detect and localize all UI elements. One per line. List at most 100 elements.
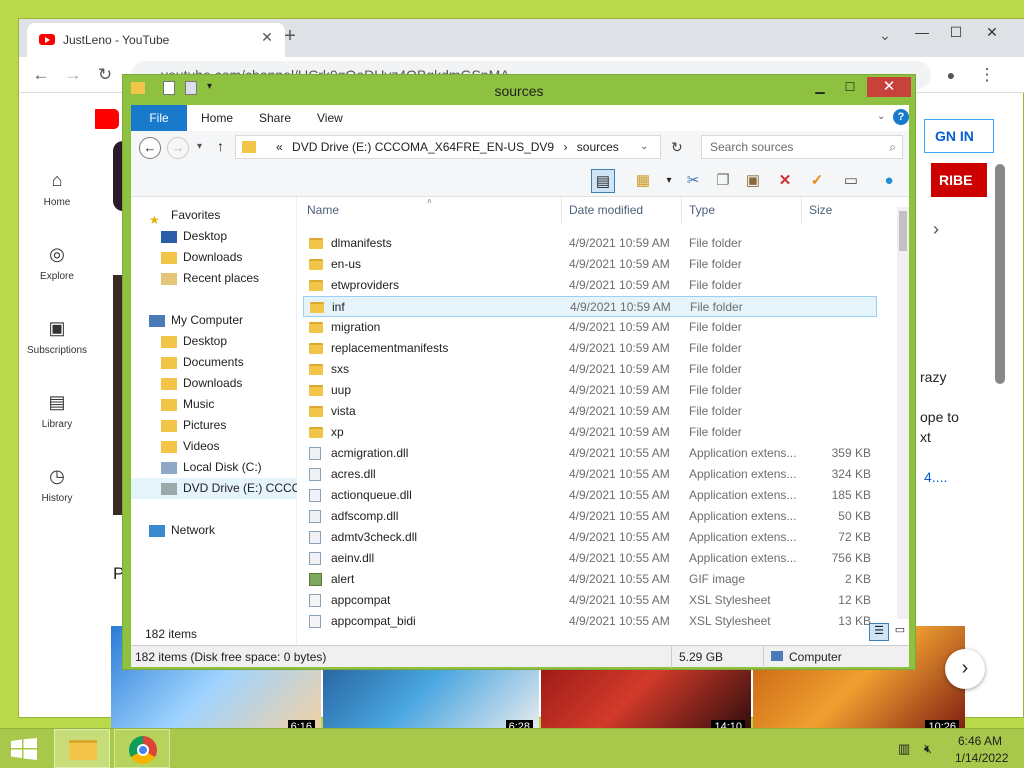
nav-item-recent-places[interactable]: Recent places [131,268,297,289]
address-input[interactable]: « DVD Drive (E:) CCCOMA_X64FRE_EN-US_DV9… [235,135,661,159]
breadcrumb-folder[interactable]: sources [577,140,619,154]
views-dropdown-icon[interactable]: ▾ [657,169,681,193]
file-row[interactable]: vista 4/9/2021 10:59 AM File folder [303,401,877,422]
cut-icon[interactable]: ✂ [681,169,705,193]
nav-item-dvd-drive[interactable]: DVD Drive (E:) CCCC [131,478,297,499]
column-divider[interactable] [561,197,562,223]
file-row[interactable]: inf 4/9/2021 10:59 AM File folder [303,296,877,317]
volume-muted-icon[interactable]: 🔇︎ [924,741,932,757]
nav-my-computer[interactable]: My Computer [131,310,297,331]
ribbon-expand-icon[interactable]: ⌄ [877,111,885,122]
column-header-name[interactable]: Name [307,203,339,217]
details-view-icon[interactable]: ☰ [869,623,889,641]
chrome-minimize-button[interactable]: — [907,21,937,43]
start-windows-icon[interactable] [10,738,38,760]
breadcrumb-drive[interactable]: DVD Drive (E:) CCCOMA_X64FRE_EN-US_DV9 [292,140,554,154]
carousel-next-icon[interactable]: › [945,649,985,689]
explorer-titlebar[interactable]: ▾ sources ▁ ☐ ✕ [123,75,915,105]
network-tray-icon[interactable]: ▥ [898,741,910,757]
clock-date[interactable]: 1/14/2022 [955,751,1008,765]
sidebar-item-subscriptions[interactable]: ▣ Subscriptions [19,317,95,356]
forward-arrow-icon[interactable]: → [167,137,189,159]
refresh-icon[interactable]: ↻ [671,139,683,156]
back-arrow-icon[interactable]: ← [139,137,161,159]
sidebar-item-history[interactable]: ◷ History [19,465,95,504]
file-row[interactable]: aeinv.dll 4/9/2021 10:55 AM Application ex… [303,548,877,569]
back-arrow-icon[interactable]: ← [29,63,53,87]
file-row[interactable]: adfscomp.dll 4/9/2021 10:55 AM Application… [303,506,877,527]
file-row[interactable]: acmigration.dll 4/9/2021 10:55 AM Applicat… [303,443,877,464]
nav-item-desktop[interactable]: Desktop [131,331,297,352]
tab-close-icon[interactable]: ✕ [257,29,277,46]
taskbar-explorer-button[interactable] [54,729,110,768]
column-header-type[interactable]: Type [689,203,715,217]
tab-file[interactable]: File [131,105,187,131]
video-desc-link[interactable]: 4.... [924,469,947,485]
chevron-right-icon[interactable]: › [933,219,939,240]
chrome-maximize-button[interactable]: ☐ [941,21,971,43]
delete-icon[interactable]: ✕ [773,169,797,193]
check-icon[interactable]: ✓ [805,169,829,193]
tab-home[interactable]: Home [201,105,233,131]
nav-item-downloads[interactable]: Downloads [131,247,297,268]
clock-time[interactable]: 6:46 AM [958,734,1002,748]
nav-item-local-disk[interactable]: Local Disk (C:) [131,457,297,478]
file-row[interactable]: uup 4/9/2021 10:59 AM File folder [303,380,877,401]
paste-icon[interactable]: ▣ [741,169,765,193]
chrome-close-button[interactable]: ✕ [977,21,1007,43]
up-arrow-icon[interactable]: ↑ [217,138,224,154]
tab-view[interactable]: View [317,105,343,131]
file-row[interactable]: migration 4/9/2021 10:59 AM File folder [303,317,877,338]
file-row[interactable]: actionqueue.dll 4/9/2021 10:55 AM Applicat… [303,485,877,506]
nav-item-music[interactable]: Music [131,394,297,415]
file-row[interactable]: etwproviders 4/9/2021 10:59 AM File folder [303,275,877,296]
file-row[interactable]: dlmanifests 4/9/2021 10:59 AM File folder [303,233,877,254]
scrollbar-thumb[interactable] [899,211,907,251]
nav-item-pictures[interactable]: Pictures [131,415,297,436]
file-row[interactable]: replacementmanifests 4/9/2021 10:59 AM Fil… [303,338,877,359]
help-icon[interactable]: ? [893,109,909,125]
sidebar-item-home[interactable]: ⌂ Home [19,169,95,208]
large-icons-view-icon[interactable]: ▭ [891,623,909,641]
recent-locations-icon[interactable]: ▾ [197,141,202,152]
nav-favorites[interactable]: ★ Favorites [131,205,297,226]
forward-arrow-icon[interactable]: → [61,63,85,87]
views-icon[interactable]: ▦ [631,169,655,193]
tab-youtube[interactable]: JustLeno - YouTube ✕ [27,23,285,57]
sidebar-item-explore[interactable]: ◎ Explore [19,243,95,282]
copy-icon[interactable]: ❐ [711,169,735,193]
column-divider[interactable] [681,197,682,223]
address-overflow[interactable]: « [276,140,283,154]
nav-item-downloads[interactable]: Downloads [131,373,297,394]
youtube-logo-icon[interactable] [91,109,119,129]
explorer-minimize-button[interactable]: ▁ [807,77,833,97]
rename-icon[interactable]: ▭ [839,169,863,193]
explorer-close-button[interactable]: ✕ [867,77,911,97]
vertical-scrollbar[interactable] [897,207,909,619]
reload-icon[interactable]: ↻ [93,63,117,87]
file-row[interactable]: alert 4/9/2021 10:55 AM GIF image 2 KB [303,569,877,590]
new-tab-button[interactable]: + [277,25,303,48]
tab-list-icon[interactable]: ⌄ [875,27,895,44]
menu-kebab-icon[interactable]: ⋮ [975,63,999,87]
nav-item-desktop[interactable]: Desktop [131,226,297,247]
globe-icon[interactable]: ● [877,169,901,193]
details-pane-icon[interactable]: ▤ [591,169,615,193]
subscribe-button[interactable]: RIBE [931,163,987,197]
taskbar-chrome-button[interactable] [114,729,170,768]
nav-network[interactable]: Network [131,520,297,541]
sidebar-item-library[interactable]: ▤ Library [19,391,95,430]
file-row[interactable]: acres.dll 4/9/2021 10:55 AM Application ex… [303,464,877,485]
file-row[interactable]: en-us 4/9/2021 10:59 AM File folder [303,254,877,275]
nav-item-videos[interactable]: Videos [131,436,297,457]
address-dropdown-icon[interactable]: ⌄ [640,136,648,158]
page-scrollbar[interactable] [995,164,1005,384]
column-divider[interactable] [801,197,802,223]
profile-avatar-icon[interactable]: ● [939,63,963,87]
tab-share[interactable]: Share [259,105,291,131]
file-row[interactable]: sxs 4/9/2021 10:59 AM File folder [303,359,877,380]
sign-in-button[interactable]: GN IN [924,119,994,153]
search-input[interactable]: Search sources ⌕ [701,135,903,159]
column-header-date[interactable]: Date modified [569,203,643,217]
file-row[interactable]: appcompat 4/9/2021 10:55 AM XSL Stylesheet… [303,590,877,611]
